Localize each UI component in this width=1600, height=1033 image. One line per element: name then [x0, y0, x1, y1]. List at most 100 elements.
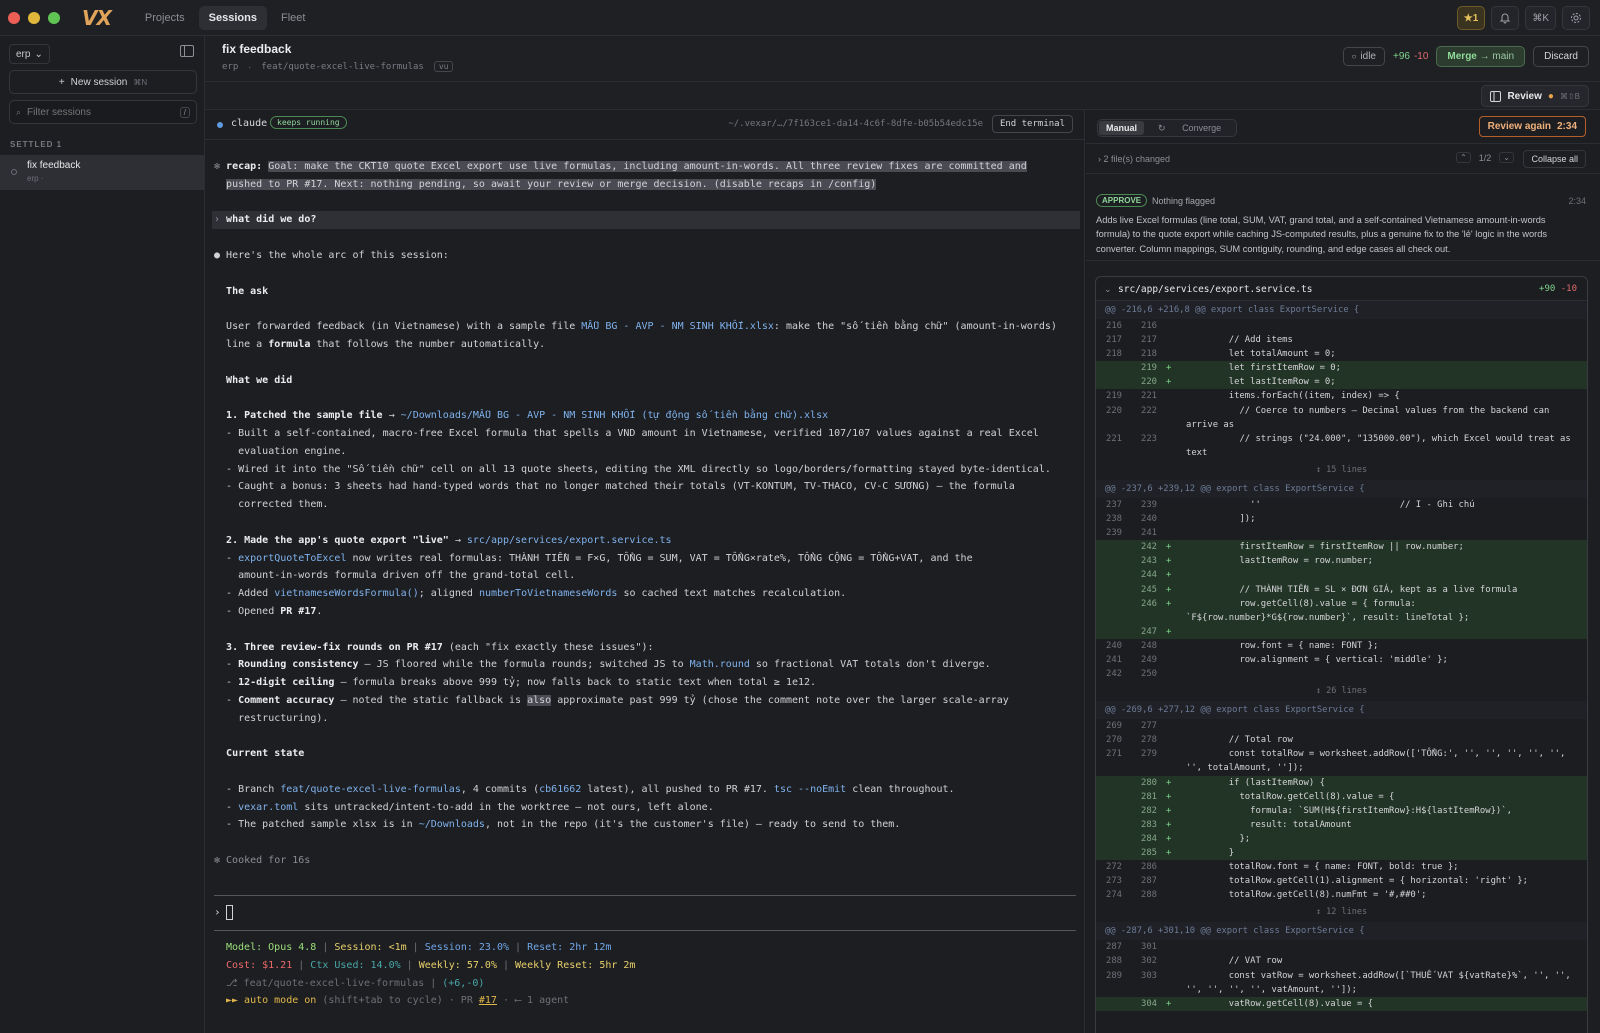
tab-projects[interactable]: Projects — [135, 6, 195, 30]
terminal-path: ~/.vexar/…/7f163ce1-da14-4c6f-8dfe-b05b5… — [728, 119, 983, 129]
status-text: idle — [1360, 51, 1376, 62]
diff-file-header[interactable]: ⌄ src/app/services/export.service.ts +90… — [1096, 277, 1587, 301]
tab-fleet[interactable]: Fleet — [271, 6, 315, 30]
new-session-button[interactable]: + New session ⌘N — [9, 70, 197, 94]
expand-lines-button[interactable]: ↕ 26 lines — [1096, 681, 1587, 701]
review-toggle-button[interactable]: Review ● ⌘⇧B — [1481, 85, 1589, 107]
cooked-line: ✻ Cooked for 16s — [214, 855, 311, 867]
old-line-number: 287 — [1106, 942, 1123, 953]
recap-line: ✻ recap: Goal: make the CKT10 quote Exce… — [214, 161, 1027, 172]
new-line-number: 278 — [1141, 735, 1158, 746]
repo-select[interactable]: erp ⌄ — [9, 44, 50, 64]
new-line-number: 282 — [1141, 805, 1158, 816]
new-line-number: 220 — [1141, 377, 1158, 388]
plus-marker: + — [1166, 598, 1172, 609]
status-line: Model: Opus 4.8 | Session: <1m | Session… — [226, 942, 636, 1007]
session-branch[interactable]: feat/quote-excel-live-formulas — [261, 62, 424, 72]
diff-line: 272 286 totalRow.font = { name: FONT, bol… — [1096, 860, 1587, 874]
session-repo: erp — [222, 61, 239, 72]
plus-marker: + — [1166, 848, 1172, 858]
mode-converge[interactable]: ↻ Converge — [1144, 121, 1235, 135]
plus-marker: + — [1166, 777, 1172, 788]
keeps-running-badge: keeps running — [270, 116, 347, 129]
diff-card: ⌄ src/app/services/export.service.ts +90… — [1095, 276, 1588, 1033]
old-line-number: 269 — [1106, 721, 1123, 732]
discard-button[interactable]: Discard — [1533, 46, 1589, 67]
merge-button[interactable]: Merge → main — [1436, 46, 1526, 67]
diff-line: 220 222 // Coerce to numbers — Decimal va… — [1096, 404, 1587, 432]
review-again-button[interactable]: Review again 2:34 — [1478, 116, 1586, 137]
new-line-number: 287 — [1141, 876, 1158, 887]
old-line-number: 218 — [1106, 349, 1123, 360]
new-line-number: 285 — [1141, 848, 1158, 858]
close-window-button[interactable] — [8, 11, 20, 24]
files-row: › 2 file(s) changed ⌃ 1/2 ⌄ Collapse all — [1086, 144, 1600, 174]
diff-code: ​ — [1096, 719, 1587, 733]
diff-line-added: 283 + result: totalAmount — [1096, 817, 1587, 832]
old-line-number: 221 — [1106, 433, 1123, 444]
filter-sessions-input[interactable] — [27, 106, 174, 118]
plus-marker: + — [1166, 570, 1172, 581]
review-toolbar: Manual ↻ Converge Review again 2:34 — [1086, 110, 1600, 144]
plus-marker: + — [1166, 556, 1172, 567]
expand-lines-button[interactable]: ↕ 12 lines — [1096, 902, 1587, 922]
old-line-number: 219 — [1106, 391, 1123, 402]
session-item-fix-feedback[interactable]: fix feedback erp · — [0, 155, 204, 190]
diff-line: 221 223 // strings ("24.000", "135000.00"… — [1096, 432, 1587, 460]
end-terminal-button[interactable]: End terminal — [991, 115, 1073, 133]
diff-code: row.alignment = { vertical: 'middle' }; — [1186, 654, 1448, 665]
diff-file-stat: +90 -10 — [1539, 284, 1577, 294]
settings-button[interactable] — [1562, 6, 1590, 30]
new-line-number: 286 — [1141, 862, 1158, 873]
diff-line: 287 301​ — [1096, 940, 1587, 954]
diff-line: 239 241​ — [1096, 526, 1587, 540]
session-header: fix feedback erp · feat/quote-excel-live… — [205, 36, 1600, 82]
plus-marker: + — [1166, 833, 1172, 844]
new-line-number: 250 — [1141, 669, 1158, 680]
diff-stat: +96 -10 — [1393, 51, 1428, 62]
tab-sessions[interactable]: Sessions — [198, 5, 267, 30]
new-line-number: 302 — [1141, 956, 1158, 967]
prompt-input[interactable]: › — [214, 905, 233, 920]
notifications-button[interactable] — [1491, 6, 1520, 30]
mode-manual[interactable]: Manual — [1099, 121, 1145, 135]
diff-code: // Add items — [1186, 335, 1293, 346]
session-status-icon — [11, 169, 17, 175]
approve-badge: APPROVE — [1096, 194, 1148, 207]
filter-shortcut: / — [179, 106, 190, 118]
verdict-note: Nothing flagged — [1152, 196, 1216, 206]
review-toggle-row: Review ● ⌘⇧B — [205, 82, 1600, 110]
plus-marker: + — [1166, 819, 1172, 830]
diff-line-added: 282 + formula: `SUM(H${firstItemRow}:H${l… — [1096, 803, 1587, 818]
maximize-window-button[interactable] — [48, 11, 60, 24]
minimize-window-button[interactable] — [28, 11, 40, 24]
session-meta: erp · feat/quote-excel-live-formulas vu — [222, 61, 454, 72]
sidebar-toggle-icon[interactable] — [180, 45, 194, 57]
prev-file-button[interactable]: ⌃ — [1456, 152, 1471, 163]
review-label: Review — [1507, 90, 1542, 102]
old-line-number: 241 — [1106, 654, 1123, 665]
expand-lines-button[interactable]: ↕ 15 lines — [1096, 460, 1587, 480]
diff-code: items.forEach((item, index) => { — [1186, 391, 1400, 402]
command-palette-button[interactable]: ⌘K — [1525, 6, 1556, 30]
collapse-all-button[interactable]: Collapse all — [1523, 150, 1586, 168]
app-logo: VX — [82, 5, 112, 30]
section-settled: SETTLED 1 — [10, 140, 63, 149]
diff-code: '' // I - Ghi chú — [1186, 499, 1475, 510]
prompt-divider-bottom — [214, 930, 1076, 931]
new-line-number: 280 — [1141, 777, 1158, 788]
hunk-header: @@ -287,6 +301,10 @@ export class Export… — [1096, 922, 1587, 941]
diff-line-added: 280 + if (lastItemRow) { — [1096, 775, 1587, 790]
repo-name: erp — [16, 48, 31, 60]
cursor — [225, 905, 233, 920]
next-file-button[interactable]: ⌄ — [1499, 152, 1514, 163]
hunk-header: @@ -216,6 +216,8 @@ export class ExportS… — [1096, 301, 1587, 319]
terminal-pane[interactable]: claude keeps running ~/.vexar/…/7f163ce1… — [205, 110, 1085, 1033]
old-line-number: 237 — [1106, 499, 1123, 510]
review-dot-icon: ● — [1547, 90, 1554, 102]
diff-line-added: 243 + lastItemRow = row.number; — [1096, 554, 1587, 569]
star-badge-button[interactable]: ★1 — [1456, 6, 1486, 30]
files-changed-toggle[interactable]: › 2 file(s) changed — [1098, 154, 1170, 164]
diff-code: // strings ("24.000", "135000.00"), whic… — [1186, 433, 1577, 458]
verdict-summary: Adds live Excel formulas (line total, SU… — [1096, 215, 1548, 254]
